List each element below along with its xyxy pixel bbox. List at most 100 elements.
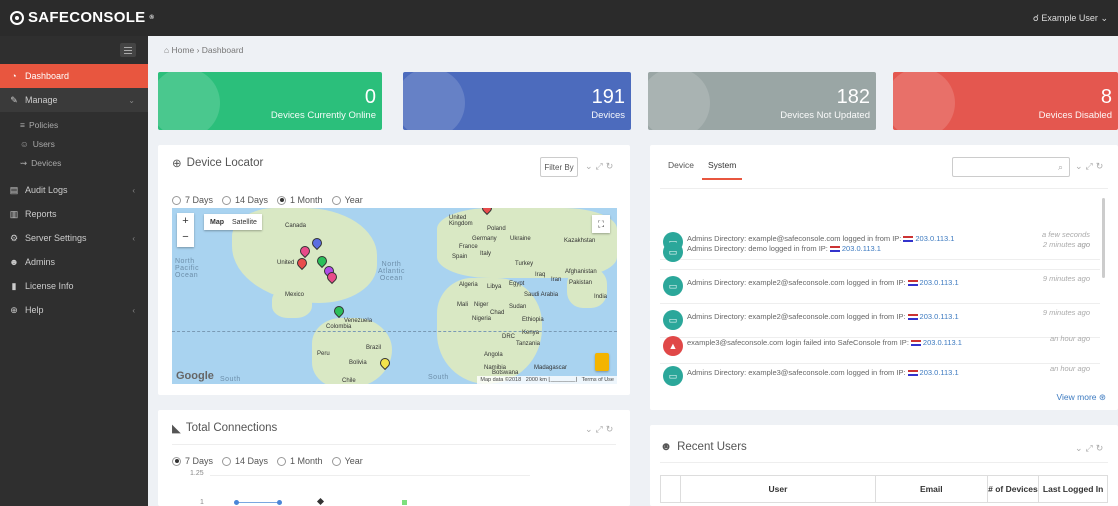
column-header-email[interactable]: Email [876, 476, 988, 502]
zoom-in-button[interactable]: + [177, 213, 194, 229]
sidebar-item-label: Users [32, 139, 55, 149]
range-1-month[interactable]: 1 Month [277, 195, 323, 205]
warning-icon [648, 72, 710, 130]
map-label: Kenya [522, 330, 540, 336]
column-header-devices[interactable]: # of Devices [988, 476, 1040, 502]
filter-label: Filter By [544, 162, 574, 172]
range-7-days[interactable]: 7 Days [172, 195, 213, 205]
map-label: Sudan [509, 304, 527, 310]
range-year[interactable]: Year [331, 456, 363, 466]
sidebar: ◔ Dashboard ✎ Manage ⌄ ≡ Policies ☺ Users ⇝ De… [0, 36, 148, 506]
map-label: India [594, 294, 608, 300]
panel-tools[interactable]: ⌄⤢↻ [1075, 161, 1106, 172]
chart-point[interactable] [277, 500, 282, 505]
app-logo[interactable]: SAFECONSOLE ® [10, 9, 154, 26]
log-text: Admins Directory: demo logged in from IP… [687, 244, 828, 253]
map-type-controls: Map Satellite [204, 214, 262, 230]
close-circle-icon [893, 72, 955, 130]
fullscreen-icon[interactable]: ⛶ [592, 215, 610, 233]
sidebar-item-reports[interactable]: ▥ Reports [0, 202, 148, 226]
radio-icon [331, 195, 341, 205]
log-message: example3@safeconsole.com login failed in… [687, 338, 962, 347]
panel-tools[interactable]: ⌄⤢↻ [585, 424, 616, 435]
map-label: Nigeria [472, 316, 492, 322]
sidebar-item-label: Reports [25, 209, 57, 219]
chevron-left-icon: ‹ [132, 233, 135, 243]
radio-icon [277, 456, 287, 466]
map-label: Afghanistan [565, 269, 597, 275]
panel-tools[interactable]: ⌄⤢↻ [585, 161, 616, 172]
log-ip[interactable]: 203.0.113.1 [920, 312, 959, 321]
column-header-last-logged-in[interactable]: Last Logged In [1039, 476, 1107, 502]
map-type-map-button[interactable]: Map [210, 219, 224, 226]
sidebar-item-manage[interactable]: ✎ Manage ⌄ [0, 88, 148, 112]
range-label: 1 Month [290, 195, 323, 205]
tab-device[interactable]: Device [668, 160, 694, 170]
stat-card-devices[interactable]: 191 Devices [403, 72, 631, 130]
stat-card-online[interactable]: 0 Devices Currently Online [158, 72, 382, 130]
tab-system[interactable]: System [701, 160, 743, 180]
activity-scrollbar[interactable] [1102, 198, 1105, 278]
map-attribution[interactable]: Map data ©2018 2000 km ⌊________⌋ Terms … [477, 376, 617, 384]
range-14-days[interactable]: 14 Days [222, 456, 268, 466]
range-label: 14 Days [235, 195, 269, 205]
log-text: Admins Directory: example3@safeconsole.c… [687, 368, 906, 377]
map-label: Egypt [509, 281, 525, 287]
map-label: North Atlantic Ocean [378, 261, 405, 282]
sidebar-item-policies[interactable]: ≡ Policies [20, 120, 58, 130]
street-view-pegman-icon[interactable] [595, 353, 609, 371]
sidebar-item-dashboard[interactable]: ◔ Dashboard [0, 64, 148, 88]
sidebar-item-devices[interactable]: ⇝ Devices [20, 158, 61, 169]
map-type-satellite-button[interactable]: Satellite [232, 219, 257, 226]
range-7-days[interactable]: 7 Days [172, 456, 213, 466]
divider [172, 444, 616, 445]
activity-search-input[interactable]: ⌕ [952, 157, 1070, 177]
map-label: Algeria [459, 282, 478, 288]
chevron-left-icon: ‹ [132, 185, 135, 195]
log-message: Admins Directory: example2@safeconsole.c… [687, 312, 959, 321]
zoom-out-button[interactable]: − [177, 229, 194, 245]
map-label: Colombia [326, 324, 352, 330]
map-label: Canada [285, 223, 307, 229]
sidebar-toggle-button[interactable] [120, 43, 136, 57]
chart-point[interactable] [402, 500, 407, 505]
sidebar-item-server-settings[interactable]: ⚙ Server Settings ‹ [0, 226, 148, 250]
equator-line [172, 331, 617, 332]
map-label: Italy [480, 251, 492, 257]
sidebar-item-help[interactable]: ⊕ Help ‹ [0, 298, 148, 322]
device-map[interactable]: + − Map Satellite ⛶ North Pacific Ocean No… [172, 208, 617, 384]
warning-icon: ▲ [663, 336, 683, 356]
radio-checked-icon [172, 456, 181, 466]
us-flag-icon [907, 280, 918, 287]
sidebar-item-audit-logs[interactable]: ▤ Audit Logs ‹ [0, 178, 148, 202]
sidebar-item-license-info[interactable]: ▮ License Info [0, 274, 148, 298]
log-ip[interactable]: 203.0.113.1 [923, 338, 962, 347]
usb-icon [403, 72, 465, 130]
panel-tools[interactable]: ⌄⤢↻ [1075, 443, 1106, 454]
range-1-month[interactable]: 1 Month [277, 456, 323, 466]
log-ip[interactable]: 203.0.113.1 [920, 278, 959, 287]
log-ip[interactable]: 203.0.113.1 [842, 244, 881, 253]
stat-card-disabled[interactable]: 8 Devices Disabled [893, 72, 1118, 130]
sidebar-item-users[interactable]: ☺ Users [20, 139, 55, 149]
laptop-icon: ▭ [663, 276, 683, 296]
map-marker[interactable] [331, 303, 347, 319]
range-year[interactable]: Year [331, 195, 363, 205]
column-header-user[interactable]: User [681, 476, 877, 502]
divider [660, 462, 1108, 463]
range-14-days[interactable]: 14 Days [222, 195, 268, 205]
map-label: Ethiopia [522, 317, 544, 323]
log-ip[interactable]: 203.0.113.1 [920, 368, 959, 377]
range-label: 7 Days [185, 195, 214, 205]
map-label: South [428, 374, 449, 381]
breadcrumb-home[interactable]: Home [172, 45, 195, 55]
view-more-link[interactable]: View more ⊛ [1057, 392, 1107, 403]
us-flag-icon [907, 370, 918, 377]
book-icon: ▤ [9, 184, 19, 195]
user-menu[interactable]: ☌ Example User ⌄ [1033, 13, 1108, 24]
chart-point[interactable] [234, 500, 239, 505]
stat-card-not-updated[interactable]: 182 Devices Not Updated [648, 72, 876, 130]
map-label: Libya [487, 284, 502, 290]
sidebar-item-admins[interactable]: ☻ Admins [0, 250, 148, 274]
filter-by-button[interactable]: Filter By [540, 157, 578, 177]
